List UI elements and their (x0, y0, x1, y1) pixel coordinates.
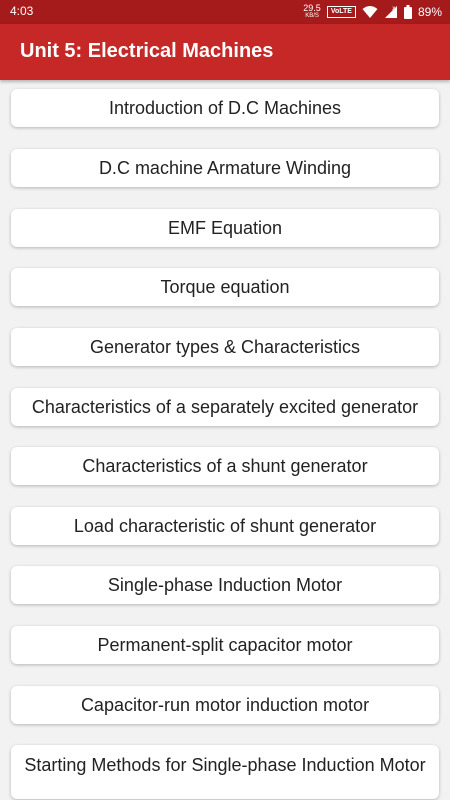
wifi-icon (362, 6, 378, 18)
topic-label: Starting Methods for Single-phase Induct… (24, 755, 426, 775)
battery-icon (403, 5, 412, 19)
page-title: Unit 5: Electrical Machines (20, 40, 274, 62)
topic-label: EMF Equation (167, 217, 283, 238)
topic-button[interactable]: Characteristics of a shunt generator (11, 447, 439, 485)
status-bar: 4:03 29.5 KB/S VoLTE x 89% (0, 0, 450, 24)
status-icons: 29.5 KB/S VoLTE x 89% (303, 0, 442, 24)
svg-text:x: x (392, 5, 396, 12)
topic-button[interactable]: Starting Methods for Single-phase Induct… (11, 745, 439, 799)
topic-button[interactable]: EMF Equation (11, 209, 439, 247)
topic-button[interactable]: Characteristics of a separately excited … (11, 388, 439, 426)
topic-button[interactable]: Capacitor-run motor induction motor (11, 686, 439, 724)
network-speed: 29.5 KB/S (303, 4, 321, 20)
topic-button[interactable]: Introduction of D.C Machines (11, 89, 439, 127)
app-bar: Unit 5: Electrical Machines (0, 24, 450, 80)
topic-list: Introduction of D.C Machines D.C machine… (0, 80, 450, 800)
topic-label: Torque equation (160, 276, 290, 297)
topic-label: Generator types & Characteristics (89, 336, 361, 357)
topic-button[interactable]: Generator types & Characteristics (11, 328, 439, 366)
topic-button[interactable]: Load characteristic of shunt generator (11, 507, 439, 545)
topic-label: D.C machine Armature Winding (98, 157, 352, 178)
topic-label: Single-phase Induction Motor (107, 574, 343, 595)
topic-label: Capacitor-run motor induction motor (80, 694, 370, 715)
topic-label: Permanent-split capacitor motor (97, 634, 353, 655)
topic-label: Characteristics of a shunt generator (82, 455, 368, 476)
topic-button[interactable]: Single-phase Induction Motor (11, 566, 439, 604)
signal-icon: x (384, 5, 397, 18)
topic-button[interactable]: D.C machine Armature Winding (11, 149, 439, 187)
speed-unit: KB/S (305, 13, 319, 19)
topic-label: Characteristics of a separately excited … (31, 396, 419, 417)
volte-badge: VoLTE (326, 6, 356, 18)
topic-label: Introduction of D.C Machines (108, 97, 342, 118)
battery-percent: 89% (417, 5, 442, 19)
topic-button[interactable]: Torque equation (11, 268, 439, 306)
speed-value: 29.5 (303, 3, 321, 13)
topic-label: Load characteristic of shunt generator (73, 515, 377, 536)
topic-button[interactable]: Permanent-split capacitor motor (11, 626, 439, 664)
status-time: 4:03 (10, 4, 34, 18)
